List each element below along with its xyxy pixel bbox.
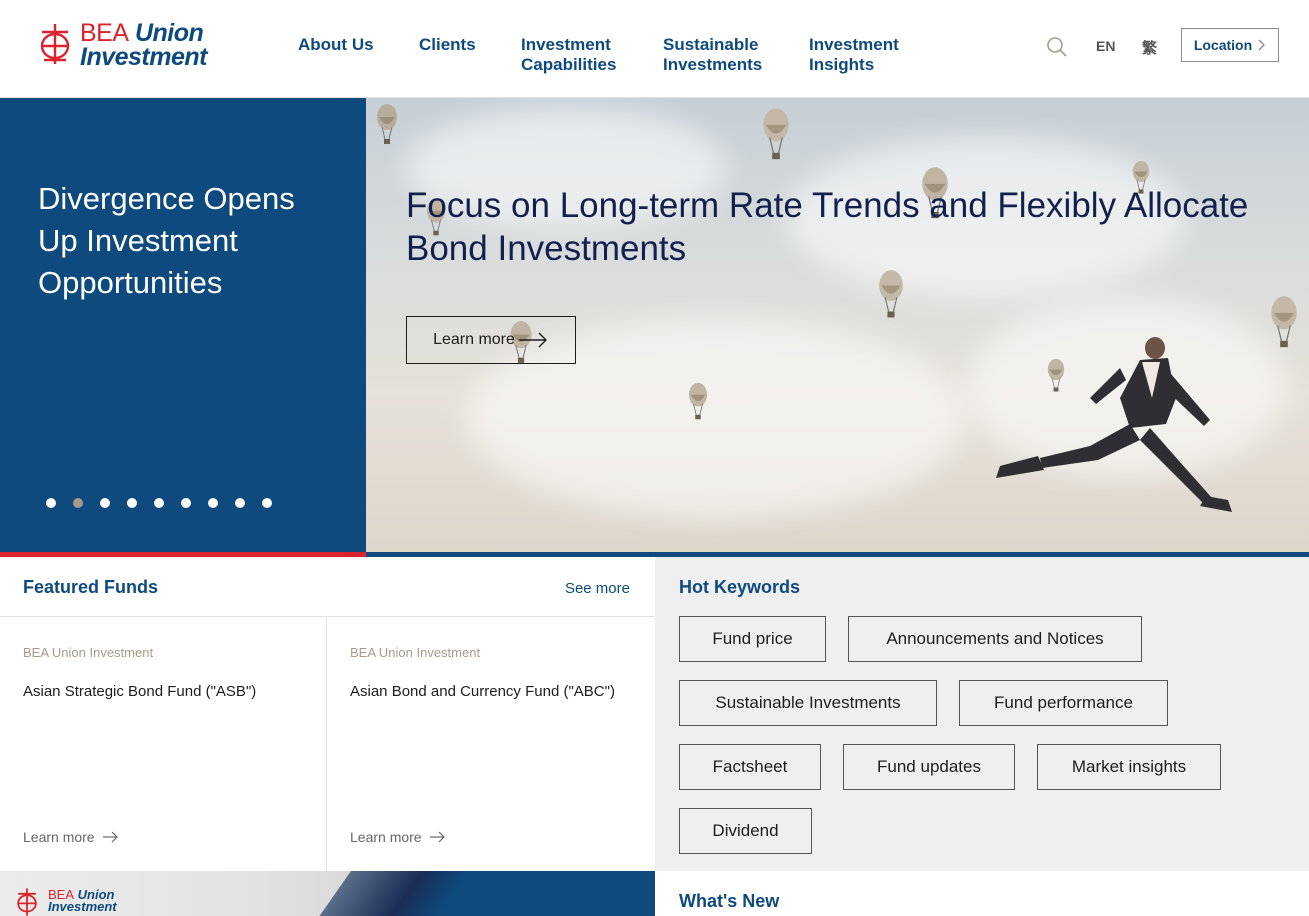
fund-learn-more-label: Learn more — [350, 829, 422, 845]
fund-brand: BEA Union Investment — [350, 645, 481, 660]
fund-card[interactable]: BEA Union Investment Asian Bond and Curr… — [327, 617, 655, 871]
hero-learn-more-button[interactable]: Learn more — [406, 316, 576, 364]
fund-card[interactable]: BEA Union Investment Asian Strategic Bon… — [0, 617, 327, 871]
site-header: BEA Union Investment About Us Clients In… — [0, 0, 1309, 98]
chevron-right-icon — [1258, 39, 1266, 51]
whats-new-title: What's New — [679, 891, 780, 911]
fund-brand: BEA Union Investment — [23, 645, 154, 660]
location-label: Location — [1193, 37, 1253, 53]
language-traditional-chinese[interactable]: 繁 — [1142, 37, 1157, 58]
see-more-link[interactable]: See more — [565, 580, 630, 597]
search-icon[interactable] — [1046, 36, 1068, 58]
carousel-dot[interactable] — [100, 498, 110, 508]
hero-banner: Focus on Long-term Rate Trends and Flexi… — [366, 98, 1309, 552]
arrow-right-icon — [518, 332, 547, 348]
keyword-fund-performance[interactable]: Fund performance — [959, 680, 1168, 726]
carousel-dot[interactable] — [127, 498, 137, 508]
carousel-dots — [46, 498, 272, 508]
carousel-dot[interactable] — [46, 498, 56, 508]
nav-sustainable-investments[interactable]: Sustainable Investments — [663, 35, 762, 75]
nav-clients[interactable]: Clients — [419, 35, 476, 55]
bea-emblem-icon — [40, 24, 70, 64]
carousel-dot-active[interactable] — [73, 498, 83, 508]
logo-text-line2: Investment — [80, 43, 207, 71]
hot-air-balloon-icon — [688, 382, 708, 420]
featured-funds-title: Featured Funds — [23, 577, 159, 597]
nav-investment-insights[interactable]: Investment Insights — [809, 35, 899, 75]
hot-keywords-title: Hot Keywords — [679, 577, 801, 597]
language-en[interactable]: EN — [1096, 38, 1115, 54]
hot-keywords-section: Hot Keywords Fund price Announcements an… — [655, 557, 1309, 871]
featured-funds-header: Featured Funds See more — [0, 557, 655, 617]
featured-funds-section: Featured Funds See more BEA Union Invest… — [0, 557, 655, 871]
carousel-dot[interactable] — [262, 498, 272, 508]
fund-name[interactable]: Asian Bond and Currency Fund ("ABC") — [350, 683, 615, 700]
hero-side-title[interactable]: Divergence Opens Up Investment Opportuni… — [38, 178, 338, 304]
fund-learn-more-label: Learn more — [23, 829, 95, 845]
promo-logo-line2: Investment — [48, 899, 117, 914]
keyword-fund-price[interactable]: Fund price — [679, 616, 826, 662]
carousel-dot[interactable] — [181, 498, 191, 508]
bea-emblem-icon — [17, 888, 37, 916]
arrow-right-icon — [429, 831, 445, 843]
hot-air-balloon-icon — [763, 108, 789, 160]
hot-air-balloon-icon — [879, 270, 903, 318]
arrow-right-icon — [102, 831, 118, 843]
keyword-announcements-and-notices[interactable]: Announcements and Notices — [848, 616, 1142, 662]
promo-banner[interactable]: BEA Union Investment — [0, 871, 655, 916]
fund-learn-more-link[interactable]: Learn more — [23, 829, 119, 845]
keyword-sustainable-investments[interactable]: Sustainable Investments — [679, 680, 937, 726]
location-button[interactable]: Location — [1181, 28, 1279, 62]
hero-side-panel: Divergence Opens Up Investment Opportuni… — [0, 98, 366, 552]
keyword-fund-updates[interactable]: Fund updates — [843, 744, 1015, 790]
promo-stripe-decoration — [301, 871, 479, 916]
promo-brand-logo: BEA Union Investment — [14, 887, 134, 916]
keyword-factsheet[interactable]: Factsheet — [679, 744, 821, 790]
keyword-market-insights[interactable]: Market insights — [1037, 744, 1221, 790]
carousel-dot[interactable] — [235, 498, 245, 508]
hero-learn-more-label: Learn more — [433, 331, 515, 348]
hero-title[interactable]: Focus on Long-term Rate Trends and Flexi… — [406, 184, 1286, 270]
whats-new-section: What's New — [655, 871, 1309, 916]
fund-name[interactable]: Asian Strategic Bond Fund ("ASB") — [23, 683, 256, 700]
carousel-dot[interactable] — [208, 498, 218, 508]
brand-logo[interactable]: BEA Union Investment — [38, 20, 238, 70]
carousel-dot[interactable] — [154, 498, 164, 508]
fund-learn-more-link[interactable]: Learn more — [350, 829, 446, 845]
keyword-dividend[interactable]: Dividend — [679, 808, 812, 854]
jumping-businesswoman-illustration — [996, 337, 1232, 512]
hot-air-balloon-icon — [377, 104, 397, 144]
nav-investment-capabilities[interactable]: Investment Capabilities — [521, 35, 616, 75]
nav-about-us[interactable]: About Us — [298, 35, 374, 55]
hot-air-balloon-icon — [1271, 296, 1297, 348]
